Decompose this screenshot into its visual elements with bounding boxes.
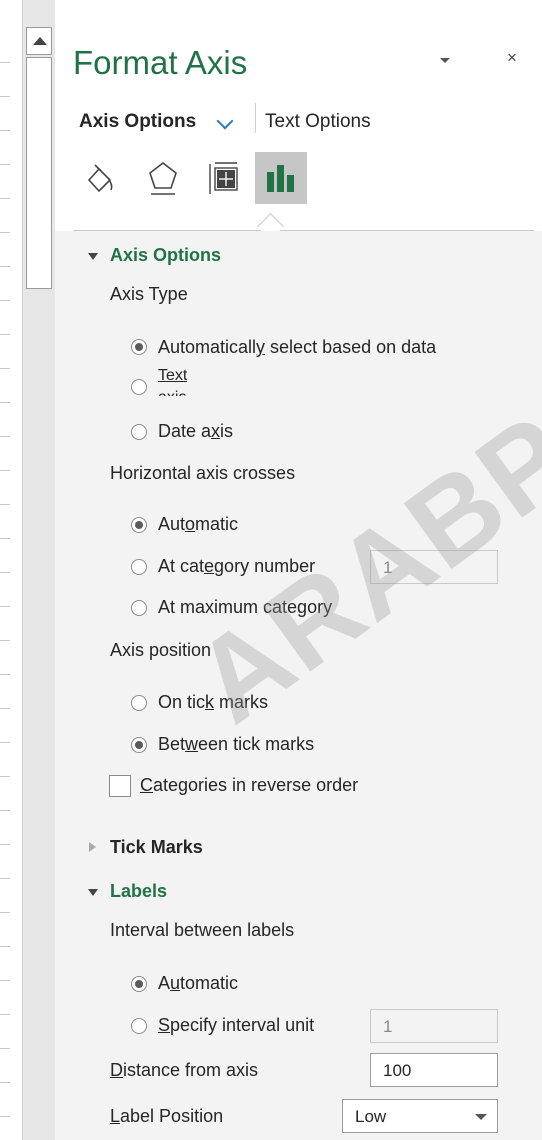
radio-on-tick-marks[interactable] (131, 695, 147, 711)
axis-crosses-label: Horizontal axis crosses (110, 463, 296, 483)
axis-options-icon[interactable] (255, 152, 307, 204)
date-axis-label[interactable]: Date axis (158, 421, 233, 442)
close-pane-button[interactable]: × (507, 48, 517, 68)
radio-between-tick-marks[interactable] (131, 737, 147, 753)
radio-text-axis[interactable] (131, 379, 147, 395)
distance-from-axis-input[interactable]: 100 (370, 1053, 498, 1087)
gridline-tick (0, 1048, 10, 1049)
gridline-tick (0, 980, 10, 981)
specify-interval-label[interactable]: Specify interval unit (158, 1015, 314, 1036)
interval-automatic-label[interactable]: Automatic (158, 973, 238, 994)
pane-title: Format Axis (73, 44, 248, 81)
options-body: Axis Options Axis Type Automatically sel… (55, 231, 542, 1140)
size-properties-icon[interactable] (197, 152, 249, 204)
at-category-number-label[interactable]: At category number (158, 556, 315, 577)
gridline-tick (0, 844, 10, 845)
gridline-tick (0, 640, 10, 641)
radio-interval-automatic[interactable] (131, 976, 147, 992)
gridline-tick (0, 130, 10, 131)
gridline-tick (0, 572, 10, 573)
gridline-tick (0, 266, 10, 267)
dropdown-arrow-icon[interactable] (475, 1114, 487, 1120)
interval-between-labels-label: Interval between labels (110, 920, 295, 940)
category-number-input[interactable]: 1 (370, 550, 498, 584)
radio-at-category-number[interactable] (131, 559, 147, 575)
gridline-tick (0, 368, 10, 369)
gridline-tick (0, 232, 10, 233)
gridline-tick (0, 912, 10, 913)
between-tick-marks-label[interactable]: Between tick marks (158, 734, 314, 755)
on-tick-marks-label[interactable]: On tick marks (158, 692, 268, 713)
gridline-tick (0, 402, 10, 403)
crosses-automatic-label[interactable]: Automatic (158, 514, 238, 535)
categories-reverse-label[interactable]: Categories in reverse order (140, 775, 358, 796)
gridline-tick (0, 334, 10, 335)
radio-auto-select[interactable] (131, 339, 147, 355)
section-axis-options-header[interactable]: Axis Options (110, 245, 221, 266)
gridline-tick (0, 96, 10, 97)
scrollbar-thumb[interactable] (26, 57, 52, 289)
pane-options-dropdown-icon[interactable] (440, 58, 450, 63)
collapse-triangle-icon[interactable] (88, 253, 98, 260)
radio-at-maximum-category[interactable] (131, 600, 147, 616)
gridline-tick (0, 504, 10, 505)
label-position-value: Low (355, 1107, 387, 1126)
scroll-up-button[interactable] (26, 27, 52, 55)
gridline-tick (0, 1014, 10, 1015)
fill-line-icon[interactable] (79, 152, 131, 204)
gridline-tick (0, 810, 10, 811)
tab-axis-options[interactable]: Axis Options (79, 111, 196, 133)
at-maximum-category-label[interactable]: At maximum category (158, 597, 332, 618)
label-position-label: Label Position (110, 1106, 224, 1126)
gridline-tick (0, 708, 10, 709)
text-axis-label[interactable]: Textaxis (158, 365, 187, 396)
gridline-tick (0, 436, 10, 437)
category-icon-row (79, 152, 519, 208)
gridline-tick (0, 538, 10, 539)
gridline-tick (0, 946, 10, 947)
gridline-tick (0, 62, 10, 63)
gridline-tick (0, 742, 10, 743)
gridline-tick (0, 300, 10, 301)
gridline-tick (0, 1116, 10, 1117)
gridline-tick (0, 470, 10, 471)
radio-crosses-automatic[interactable] (131, 517, 147, 533)
expand-triangle-icon[interactable] (89, 842, 96, 852)
chevron-down-icon[interactable] (216, 112, 234, 130)
worksheet-gridlines (0, 0, 22, 1140)
gridline-tick (0, 164, 10, 165)
gridline-tick (0, 776, 10, 777)
axis-type-label: Axis Type (110, 284, 188, 304)
gridline-tick (0, 606, 10, 607)
gridline-tick (0, 1082, 10, 1083)
effects-icon[interactable] (137, 152, 189, 204)
axis-position-label: Axis position (110, 640, 212, 660)
auto-select-label[interactable]: Automatically select based on data (158, 337, 436, 358)
gridline-tick (0, 878, 10, 879)
gridline-tick (0, 198, 10, 199)
gridline-tick (0, 674, 10, 675)
categories-reverse-checkbox[interactable] (109, 775, 131, 797)
tab-text-options[interactable]: Text Options (265, 111, 371, 133)
section-tick-marks-header[interactable]: Tick Marks (110, 837, 203, 858)
tab-divider (255, 103, 256, 133)
collapse-triangle-icon[interactable] (88, 889, 98, 896)
label-position-dropdown[interactable]: Low (342, 1099, 498, 1133)
radio-date-axis[interactable] (131, 424, 147, 440)
interval-unit-input[interactable]: 1 (370, 1009, 498, 1043)
distance-from-axis-label: Distance from axis (110, 1060, 259, 1080)
radio-specify-interval[interactable] (131, 1018, 147, 1034)
section-labels-header[interactable]: Labels (110, 881, 167, 902)
